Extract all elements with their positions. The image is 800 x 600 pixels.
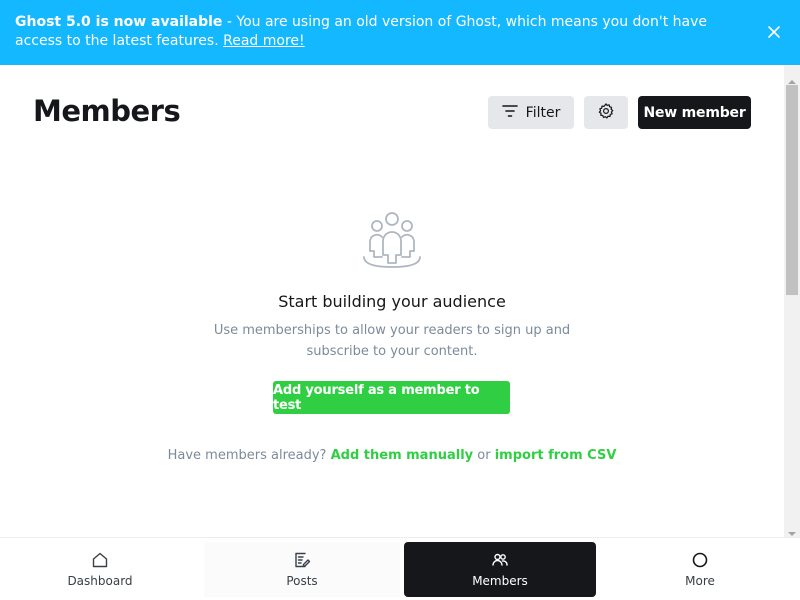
scroll-thumb[interactable] bbox=[786, 85, 798, 295]
new-member-button[interactable]: New member bbox=[638, 96, 751, 129]
audience-icon bbox=[358, 205, 426, 273]
nav-label-dashboard: Dashboard bbox=[67, 574, 133, 588]
import-prompt: Have members already? Add them manually … bbox=[0, 448, 784, 463]
add-yourself-button[interactable]: Add yourself as a member to test bbox=[273, 381, 510, 414]
page-title: Members bbox=[33, 94, 181, 128]
read-more-link[interactable]: Read more! bbox=[223, 33, 305, 49]
settings-button[interactable] bbox=[584, 96, 628, 129]
gear-icon bbox=[597, 102, 615, 124]
scrollbar[interactable] bbox=[784, 65, 800, 537]
scroll-down-icon[interactable] bbox=[788, 523, 796, 536]
nav-item-posts[interactable]: Posts bbox=[204, 542, 400, 597]
or-text: or bbox=[477, 448, 491, 463]
nav-item-dashboard[interactable]: Dashboard bbox=[0, 542, 200, 597]
close-icon[interactable] bbox=[766, 24, 782, 40]
nav-item-more[interactable]: More bbox=[600, 542, 800, 597]
import-prompt-text: Have members already? bbox=[167, 448, 327, 463]
home-icon bbox=[91, 551, 109, 569]
import-csv-link[interactable]: import from CSV bbox=[495, 448, 617, 463]
nav-label-posts: Posts bbox=[286, 574, 318, 588]
nav-label-more: More bbox=[685, 574, 715, 588]
nav-label-members: Members bbox=[472, 574, 528, 588]
nav-item-members[interactable]: Members bbox=[404, 542, 596, 597]
update-banner: Ghost 5.0 is now available - You are usi… bbox=[0, 0, 800, 65]
circle-icon bbox=[691, 551, 709, 569]
bottom-nav: Dashboard Posts Members More bbox=[0, 537, 800, 600]
banner-heading: Ghost 5.0 is now available bbox=[15, 14, 223, 30]
empty-state-title: Start building your audience bbox=[278, 292, 506, 311]
filter-icon bbox=[501, 104, 518, 122]
filter-label: Filter bbox=[525, 104, 561, 121]
empty-state-description: Use memberships to allow your readers to… bbox=[213, 323, 571, 359]
add-manually-link[interactable]: Add them manually bbox=[331, 448, 474, 463]
edit-icon bbox=[293, 551, 311, 569]
members-icon bbox=[491, 551, 509, 569]
filter-button[interactable]: Filter bbox=[488, 96, 574, 129]
scroll-up-icon[interactable] bbox=[788, 71, 796, 84]
